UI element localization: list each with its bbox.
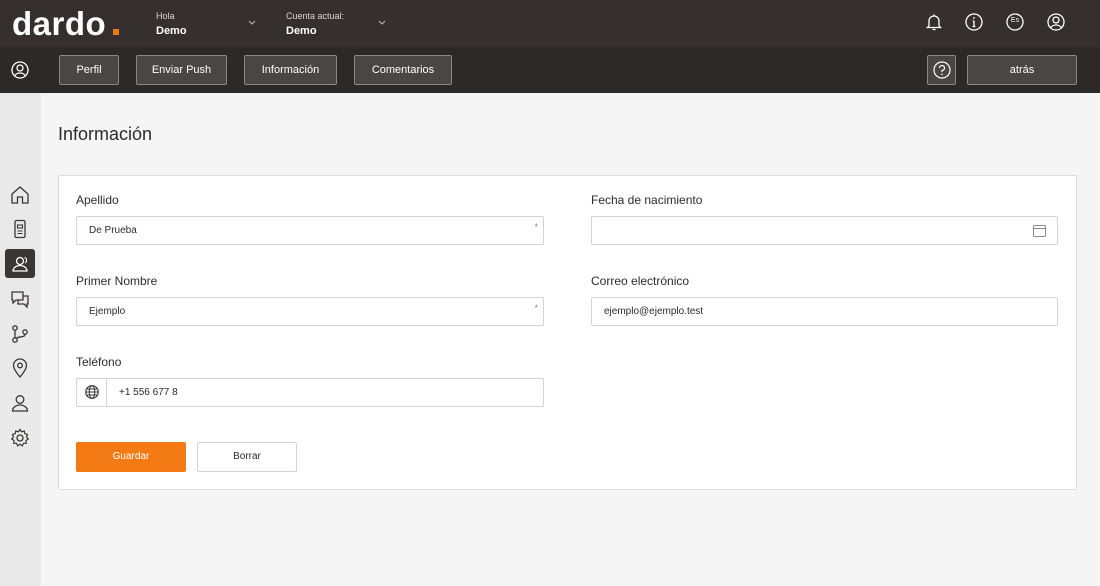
phone-label: Teléfono [76, 355, 122, 369]
phone-value: +1 556 677 8 [119, 387, 178, 398]
page-title: Información [58, 124, 153, 144]
tab-comentarios[interactable]: Comentarios [354, 55, 452, 85]
calendar-icon[interactable] [1032, 223, 1047, 238]
flow-icon[interactable] [8, 322, 32, 346]
settings-icon[interactable] [8, 426, 32, 450]
email-field[interactable]: ejemplo@ejemplo.test [591, 297, 1058, 326]
birth-date-field[interactable] [591, 216, 1058, 245]
help-button[interactable] [927, 55, 956, 85]
location-icon[interactable] [8, 356, 32, 380]
birth-date-label: Fecha de nacimiento [591, 193, 703, 207]
last-name-value: De Prueba [89, 225, 137, 236]
user-circle-icon[interactable] [10, 60, 30, 80]
clear-button[interactable]: Borrar [197, 442, 297, 472]
account-icon[interactable] [1046, 12, 1066, 32]
tab-perfil[interactable]: Perfil [59, 55, 119, 85]
question-icon [933, 61, 951, 79]
required-mark: * [534, 222, 538, 232]
first-name-value: Ejemplo [89, 306, 126, 317]
home-icon[interactable] [8, 183, 32, 207]
country-selector[interactable] [77, 379, 107, 406]
save-button[interactable]: Guardar [76, 442, 186, 472]
back-button[interactable]: atrás [967, 55, 1077, 85]
greeting-label: Hola [156, 11, 175, 21]
greeting-name: Demo [156, 25, 187, 37]
language-icon[interactable]: Es [1005, 12, 1025, 32]
logo-dot [113, 29, 119, 35]
greeting: Hola Demo [156, 11, 187, 37]
account-switcher[interactable]: Cuenta actual: Demo [286, 11, 344, 37]
first-name-label: Primer Nombre [76, 274, 158, 288]
account-label: Cuenta actual: [286, 11, 345, 21]
users-icon[interactable] [8, 252, 32, 276]
last-name-field[interactable]: De Prueba * [76, 216, 544, 245]
language-code: Es [1010, 17, 1020, 24]
phone-field[interactable]: +1 556 677 8 [76, 378, 544, 407]
chevron-down-icon[interactable] [247, 17, 257, 27]
first-name-field[interactable]: Ejemplo * [76, 297, 544, 326]
email-value: ejemplo@ejemplo.test [604, 306, 704, 317]
email-label: Correo electrónico [591, 274, 690, 288]
info-icon[interactable] [964, 12, 984, 32]
last-name-label: Apellido [76, 193, 119, 207]
tab-informacion[interactable]: Información [244, 55, 337, 85]
required-mark: * [534, 303, 538, 313]
globe-icon [85, 385, 99, 399]
chat-icon[interactable] [8, 287, 32, 311]
chevron-down-icon[interactable] [377, 17, 387, 27]
device-icon[interactable] [8, 217, 32, 241]
account-name: Demo [286, 25, 317, 37]
logo[interactable]: dardo [12, 5, 106, 43]
tab-enviar-push[interactable]: Enviar Push [136, 55, 227, 85]
bell-icon[interactable] [924, 12, 944, 32]
user-icon[interactable] [8, 391, 32, 415]
